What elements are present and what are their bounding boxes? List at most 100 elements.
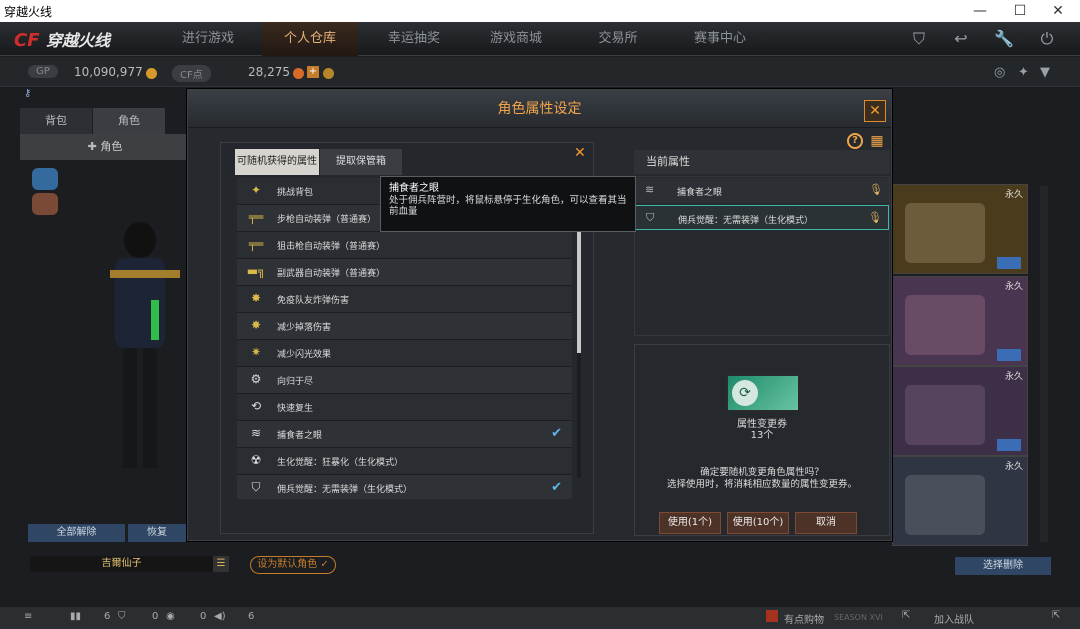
set-default-role-button[interactable]: 设为默认角色 ✓ <box>250 556 336 574</box>
use-ten-button[interactable]: 使用(10个) <box>727 512 789 534</box>
character-model <box>95 200 185 490</box>
attribute-tooltip: 捕食者之眼 处于佣兵阵营时，将鼠标悬停于生化角色，可以查看其当前血量 <box>380 176 636 232</box>
status-bar: ≡ ▮▮ 6 ⛉ 0 ◉ 0 ◀) 6 有点购物 SEASON XVI ⇱ 加入… <box>0 607 1080 629</box>
svg-text:CF: CF <box>14 30 40 51</box>
nav-play[interactable]: 进行游戏 <box>160 22 256 56</box>
role-filter-icon[interactable] <box>32 168 58 190</box>
search-icon[interactable] <box>997 257 1021 269</box>
attribute-label: 步枪自动装弹（普通赛） <box>277 215 377 225</box>
list-item[interactable]: ✸ 减少掉落伤害 <box>237 313 572 340</box>
grid-icon[interactable]: ▦ <box>869 133 885 149</box>
current-attributes-list: ≋ 捕食者之眼 🎙 ⛉ 佣兵觉醒：无需装弹（生化模式） 🎙 <box>634 176 890 336</box>
attribute-label: 向归于尽 <box>277 377 314 387</box>
shield-status-icon: ⛉ <box>118 611 126 622</box>
list-item[interactable]: ☢ 生化觉醒：狂暴化（生化模式） <box>237 448 572 475</box>
preview-icon[interactable] <box>997 349 1021 361</box>
role-portrait <box>905 385 985 445</box>
list-item[interactable]: ▬╗ 副武器自动装弹（普通赛） <box>237 259 572 286</box>
list-item[interactable]: ≋ 捕食者之眼 ✔ <box>237 421 572 448</box>
set-default-role-label: 设为默认角色 <box>257 559 318 570</box>
power-icon[interactable]: ⏻ <box>1036 28 1058 50</box>
pane-close-icon[interactable]: ✕ <box>574 145 586 161</box>
unequip-all-button[interactable]: 全部解除 <box>28 524 125 542</box>
nav-lottery[interactable]: 幸运抽奖 <box>366 22 462 56</box>
restore-button[interactable]: 恢复 <box>128 524 186 542</box>
list-item[interactable]: ✸ 免疫队友炸弹伤害 <box>237 286 572 313</box>
preview-icon[interactable] <box>997 439 1021 451</box>
cart-icon <box>766 610 778 622</box>
globe-icon[interactable]: ◎ <box>994 65 1005 80</box>
tooltip-description: 处于佣兵阵营时，将鼠标悬停于生化角色，可以查看其当前血量 <box>389 195 627 217</box>
tab-role[interactable]: 角色 <box>93 108 165 134</box>
rank-icon[interactable]: ▼ <box>1040 65 1050 80</box>
permanent-label: 永久 <box>1004 372 1023 382</box>
gift-icon[interactable] <box>323 68 334 79</box>
tab-random-attributes[interactable]: 可随机获得的属性 <box>235 149 319 175</box>
nav-exchange[interactable]: 交易所 <box>570 22 666 56</box>
minimize-button[interactable]: — <box>960 0 1000 22</box>
cancel-button[interactable]: 取消 <box>795 512 857 534</box>
cards-scrollbar[interactable] <box>1040 186 1048 542</box>
help-icon[interactable]: ? <box>847 133 863 149</box>
attribute-label: 捕食者之眼 <box>277 431 323 441</box>
join-clan-link[interactable]: 加入战队 <box>934 611 974 626</box>
shield-icon[interactable]: ⛉ <box>908 28 930 50</box>
shop-link[interactable]: 有点购物 <box>784 611 824 626</box>
role-portrait <box>905 475 985 535</box>
expand-icon[interactable]: ⇱ <box>1052 610 1060 621</box>
back-icon[interactable]: ↩ <box>950 28 972 50</box>
wrench-icon[interactable]: 🔧 <box>993 28 1015 50</box>
list-item[interactable]: ≋ 捕食者之眼 🎙 <box>635 178 889 203</box>
list-item[interactable]: ✷ 减少闪光效果 <box>237 340 572 367</box>
nav-inventory[interactable]: 个人仓库 <box>262 22 358 56</box>
list-icon[interactable]: ≡ <box>24 611 32 622</box>
use-one-button[interactable]: 使用(1个) <box>659 512 721 534</box>
list-item[interactable]: ⛉ 佣兵觉醒：无需装弹（生化模式） ✔ <box>237 475 572 499</box>
close-window-button[interactable]: ✕ <box>1038 0 1078 22</box>
list-item[interactable]: ⚙ 向归于尽 <box>237 367 572 394</box>
tab-backpack[interactable]: 背包 <box>20 108 92 134</box>
attribute-label: 佣兵觉醒：无需装弹（生化模式） <box>277 485 413 495</box>
change-ticket-panel: ⟳ 属性变更券 13个 确定要随机变更角色属性吗？ 选择使用时，将消耗相应数量的… <box>634 344 890 536</box>
gear-bomb-icon: ⚙ <box>250 372 262 386</box>
maximize-button[interactable]: ☐ <box>1000 0 1040 22</box>
role-card[interactable]: 永久 <box>892 366 1028 456</box>
role-bar[interactable]: ✚ 角色 <box>20 134 190 160</box>
role-card[interactable]: 永久 <box>892 184 1028 274</box>
fall-icon: ✸ <box>250 318 262 332</box>
current-attributes-title: 当前属性 <box>634 150 890 174</box>
claw-icon: ≋ <box>645 183 655 196</box>
sniper-icon: ╤═ <box>248 237 264 251</box>
microphone-icon[interactable]: 🎙 <box>869 183 883 196</box>
role-card[interactable]: 永久 <box>892 276 1028 366</box>
permanent-label: 永久 <box>1004 282 1023 292</box>
volume-icon[interactable]: ◀) <box>214 611 226 622</box>
role-filter-icon-2[interactable] <box>32 193 58 215</box>
settings-icon[interactable]: ✦ <box>1018 65 1029 80</box>
list-item[interactable]: ⟲ 快速复生 <box>237 394 572 421</box>
list-item[interactable]: ⛉ 佣兵觉醒：无需装弹（生化模式） 🎙 <box>635 205 889 230</box>
game-logo: CF 穿越火线 <box>14 26 144 52</box>
tab-vault[interactable]: 提取保管箱 <box>320 149 402 175</box>
expand-icon[interactable]: ⇱ <box>902 610 910 621</box>
ticket-image: ⟳ <box>727 375 799 411</box>
microphone-icon[interactable]: 🎙 <box>868 211 882 224</box>
window-title-bar: 穿越火线 — ☐ ✕ <box>0 0 1080 22</box>
nav-events[interactable]: 赛事中心 <box>672 22 768 56</box>
currency-bar: GP 10,090,977 CF点 28,275 + ◎ ✦ ▼ <box>0 57 1080 87</box>
menu-icon[interactable]: ☰ <box>213 556 229 572</box>
window-title: 穿越火线 <box>4 5 53 19</box>
people-icon: ▮▮ <box>70 611 82 622</box>
role-card[interactable]: 永久 <box>892 456 1028 546</box>
cf-label: CF点 <box>172 65 211 82</box>
ticket-icon: ⟳ <box>732 380 758 406</box>
attribute-label: 副武器自动装弹（普通赛） <box>277 269 386 279</box>
list-item[interactable]: ╤═ 狙击枪自动装弹（普通赛） <box>237 232 572 259</box>
flash-icon: ✷ <box>250 345 262 359</box>
nav-shop[interactable]: 游戏商城 <box>468 22 564 56</box>
attribute-label: 生化觉醒：狂暴化（生化模式） <box>277 458 404 468</box>
select-delete-button[interactable]: 选择删除 <box>955 557 1051 575</box>
tooltip-title: 捕食者之眼 <box>389 183 439 194</box>
close-icon[interactable]: ✕ <box>864 100 886 122</box>
add-icon[interactable]: + <box>307 66 319 78</box>
